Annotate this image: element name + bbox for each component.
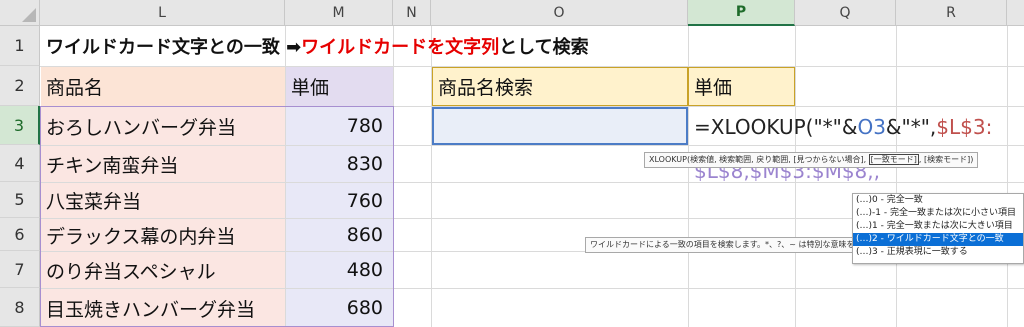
formula-ref-range: $L$3:: [936, 115, 993, 139]
argument-hint-tooltip: ワイルドカードによる一致の項目を検索します。*、?、~ は特別な意味を持ちます: [585, 237, 892, 253]
price-cell[interactable]: 860: [286, 219, 393, 251]
row-header-1[interactable]: 1: [0, 26, 40, 66]
sheet-title[interactable]: ワイルドカード文字との一致 ➡ ワイルドカードを文字列 として検索: [46, 26, 589, 66]
price-cell[interactable]: 780: [286, 107, 393, 145]
price-cell[interactable]: 680: [286, 289, 393, 327]
dropdown-option-exact[interactable]: (…)0 - 完全一致: [853, 194, 1023, 207]
gridline: [896, 26, 897, 327]
function-signature-tooltip: XLOOKUP(検索値, 検索範囲, 戻り範囲, [見つからない場合], [一致…: [644, 152, 979, 168]
column-header-next[interactable]: [1007, 0, 1024, 26]
dropdown-option-regex[interactable]: (…)3 - 正規表現に一致する: [853, 246, 1023, 259]
column-header-l[interactable]: L: [40, 0, 285, 26]
product-name-cell[interactable]: 八宝菜弁当: [41, 183, 285, 218]
product-name-cell[interactable]: チキン南蛮弁当: [41, 146, 285, 182]
gridline: [1007, 26, 1008, 327]
column-header-n[interactable]: N: [393, 0, 431, 26]
select-all-triangle-icon: [22, 8, 36, 22]
dropdown-option-smaller[interactable]: (…)-1 - 完全一致または次に小さい項目: [853, 207, 1023, 220]
search-label-cell[interactable]: 商品名検索: [432, 67, 688, 106]
column-header-r[interactable]: R: [896, 0, 1007, 26]
column-header-m[interactable]: M: [285, 0, 393, 26]
tooltip-current-arg: [一致モード]: [868, 154, 919, 165]
title-part-1: ワイルドカード文字との一致 ➡: [46, 37, 302, 58]
price-cell[interactable]: 760: [286, 183, 393, 218]
formula-prefix: =XLOOKUP("*"&: [694, 115, 858, 139]
row-header-6[interactable]: 6: [0, 218, 40, 251]
title-part-3: として検索: [499, 37, 589, 58]
row-header-4[interactable]: 4: [0, 145, 40, 182]
dropdown-option-larger[interactable]: (…)1 - 完全一致または次に大きい項目: [853, 220, 1023, 233]
search-input-cell[interactable]: [432, 107, 688, 145]
row-header-8[interactable]: 8: [0, 288, 40, 327]
header-cell-unit-price[interactable]: 単価: [286, 67, 393, 106]
product-name-cell[interactable]: 目玉焼きハンバーグ弁当: [41, 289, 285, 327]
select-all-button[interactable]: [0, 0, 40, 26]
gridline: [393, 26, 394, 327]
row-header-3[interactable]: 3: [0, 106, 40, 145]
formula-mid: &"*",: [885, 115, 937, 139]
column-header-p[interactable]: P: [688, 0, 795, 26]
title-part-2: ワイルドカードを文字列: [301, 37, 500, 58]
product-name-cell[interactable]: デラックス幕の内弁当: [41, 219, 285, 251]
product-name-cell[interactable]: おろしハンバーグ弁当: [41, 107, 285, 145]
header-cell-product-name[interactable]: 商品名: [41, 67, 285, 106]
dropdown-option-wildcard[interactable]: (…)2 - ワイルドカード文字との一致: [853, 233, 1023, 246]
row-header-2[interactable]: 2: [0, 66, 40, 106]
match-mode-dropdown[interactable]: (…)0 - 完全一致 (…)-1 - 完全一致または次に小さい項目 (…)1 …: [852, 193, 1024, 264]
formula-ref-o3: O3: [857, 115, 886, 139]
tooltip-args: XLOOKUP(検索値, 検索範囲, 戻り範囲, [見つからない場合],: [649, 155, 869, 164]
price-cell[interactable]: 830: [286, 146, 393, 182]
formula-text[interactable]: =XLOOKUP("*"&O3&"*",$L$3:: [694, 112, 992, 142]
product-name-cell[interactable]: のり弁当スペシャル: [41, 252, 285, 288]
column-header-q[interactable]: Q: [795, 0, 896, 26]
row-header-7[interactable]: 7: [0, 251, 40, 288]
price-cell[interactable]: 480: [286, 252, 393, 288]
price-label-cell[interactable]: 単価: [688, 67, 795, 106]
column-header-o[interactable]: O: [431, 0, 688, 26]
row-header-5[interactable]: 5: [0, 182, 40, 218]
tooltip-rest: , [検索モード]): [918, 155, 974, 164]
